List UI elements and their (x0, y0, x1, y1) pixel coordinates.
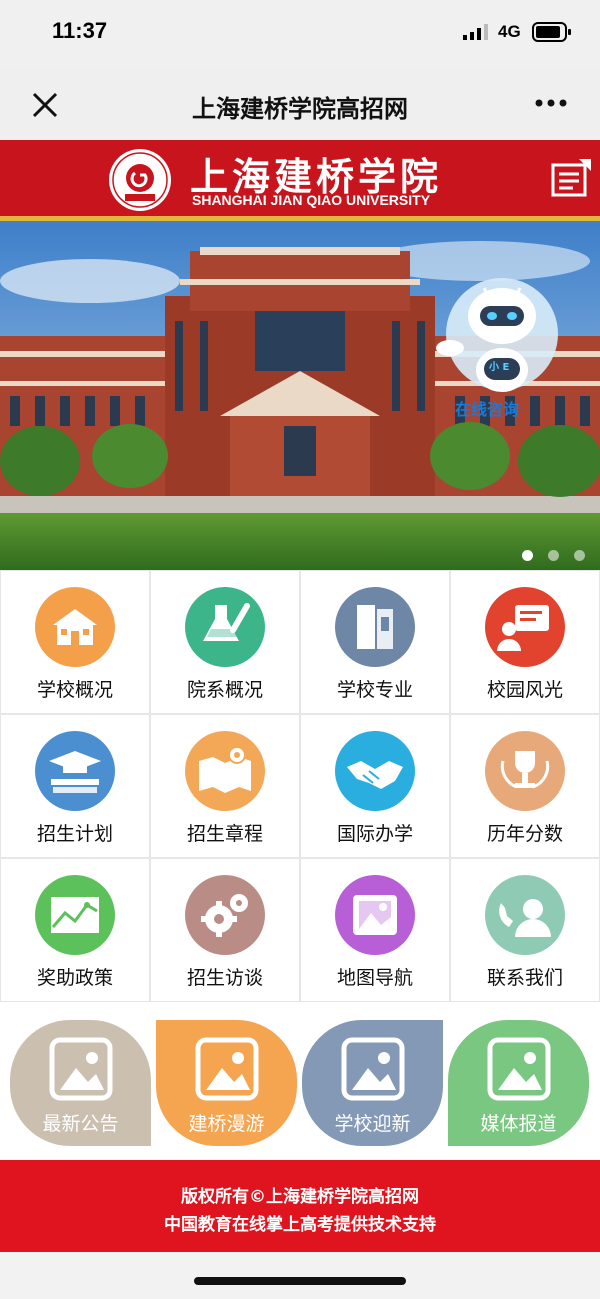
robot-badge: 小 E (489, 362, 510, 373)
online-consult-button[interactable]: 小 E (432, 274, 560, 414)
image-icon (341, 1037, 405, 1101)
school-building-icon (35, 587, 115, 667)
menu-item-school-overview[interactable]: 学校概况 (1, 571, 149, 713)
menu-item-label: 国际办学 (336, 823, 413, 845)
tech-support-text: 中国教育在线掌上高考提供技术支持 (164, 1215, 436, 1235)
menu-item-financial-aid[interactable]: 奖助政策 (1, 859, 149, 1001)
menu-item-enrollment-plan[interactable]: 招生计划 (1, 715, 149, 857)
status-bar: 11:37 4G (0, 0, 600, 68)
battery-icon (532, 22, 571, 42)
nav-bar: 上海建桥学院高招网 (0, 68, 600, 140)
feature-cards: 最新公告 建桥漫游 学校迎新 媒体报道 (0, 1002, 600, 1160)
menu-item-label: 招生章程 (186, 823, 263, 845)
menu-item-past-scores[interactable]: 历年分数 (451, 715, 599, 857)
contact-phone-icon (485, 875, 565, 955)
menu-item-label: 联系我们 (486, 967, 563, 989)
menu-item-label: 招生访谈 (186, 967, 263, 989)
card-campus-tour[interactable]: 建桥漫游 (156, 1020, 297, 1146)
more-options-icon[interactable] (534, 98, 568, 108)
menu-item-majors[interactable]: 学校专业 (301, 571, 449, 713)
copyright-text: 版权所有©上海建桥学院高招网 (181, 1187, 419, 1207)
menu-item-label: 招生计划 (36, 823, 113, 845)
university-header: 上海建桥学院 SHANGHAI JIAN QIAO UNIVERSITY (0, 140, 600, 216)
menu-item-label: 历年分数 (486, 823, 563, 845)
network-type: 4G (498, 22, 521, 41)
signal-icon (463, 24, 488, 40)
picture-frame-icon (335, 875, 415, 955)
menu-grid: 学校概况 院系概况 学校专业 校园风光 招生计划 招生章程 国际办学 历年分数 … (0, 570, 600, 1002)
gears-icon (185, 875, 265, 955)
menu-item-label: 校园风光 (486, 679, 563, 701)
university-name-en: SHANGHAI JIAN QIAO UNIVERSITY (192, 192, 431, 208)
image-icon (487, 1037, 551, 1101)
page-title: 上海建桥学院高招网 (192, 95, 408, 123)
online-consult-label: 在线咨询 (455, 400, 520, 419)
handshake-icon (335, 731, 415, 811)
graduation-cap-icon (35, 731, 115, 811)
card-label: 建桥漫游 (188, 1113, 265, 1135)
footer: 版权所有©上海建桥学院高招网 中国教育在线掌上高考提供技术支持 (0, 1160, 600, 1252)
menu-item-admission-interview[interactable]: 招生访谈 (151, 859, 299, 1001)
image-icon (49, 1037, 113, 1101)
growth-chart-icon (35, 875, 115, 955)
menu-item-department-overview[interactable]: 院系概况 (151, 571, 299, 713)
university-seal-logo (109, 149, 171, 211)
trophy-icon (485, 731, 565, 811)
home-indicator[interactable] (194, 1277, 406, 1285)
menu-list-icon[interactable] (551, 157, 591, 201)
robot-icon (436, 278, 558, 392)
menu-item-label: 院系概况 (186, 679, 263, 701)
menu-item-label: 学校专业 (336, 679, 413, 701)
image-icon (195, 1037, 259, 1101)
card-label: 最新公告 (42, 1113, 119, 1135)
card-latest-notices[interactable]: 最新公告 (10, 1020, 151, 1146)
status-time: 11:37 (52, 18, 108, 43)
map-pin-icon (185, 731, 265, 811)
carousel-dot[interactable] (574, 550, 585, 561)
card-freshman-welcome[interactable]: 学校迎新 (302, 1020, 443, 1146)
presentation-icon (485, 587, 565, 667)
card-label: 媒体报道 (480, 1113, 557, 1135)
menu-item-admission-rules[interactable]: 招生章程 (151, 715, 299, 857)
card-label: 学校迎新 (334, 1113, 411, 1135)
carousel-dot[interactable] (522, 550, 533, 561)
menu-item-map-navigation[interactable]: 地图导航 (301, 859, 449, 1001)
menu-item-contact-us[interactable]: 联系我们 (451, 859, 599, 1001)
menu-item-label: 奖助政策 (36, 967, 113, 989)
carousel-dot[interactable] (548, 550, 559, 561)
menu-item-label: 学校概况 (36, 679, 113, 701)
menu-item-campus-scenery[interactable]: 校园风光 (451, 571, 599, 713)
card-media-reports[interactable]: 媒体报道 (448, 1020, 589, 1146)
books-icon (335, 587, 415, 667)
menu-item-international[interactable]: 国际办学 (301, 715, 449, 857)
lab-flask-icon (185, 587, 265, 667)
menu-item-label: 地图导航 (336, 967, 413, 989)
